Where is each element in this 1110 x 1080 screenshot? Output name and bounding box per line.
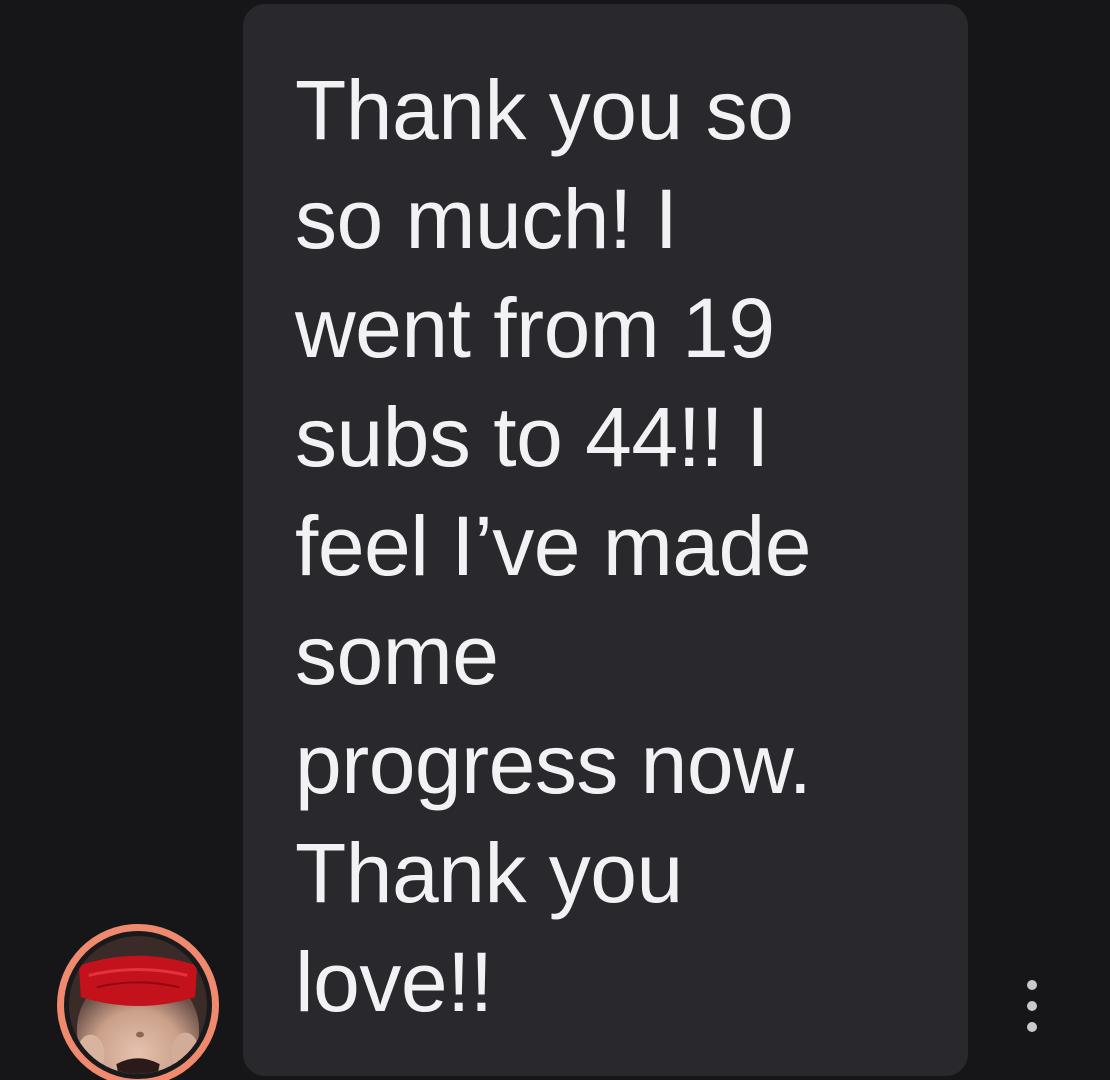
- more-options-icon[interactable]: [1017, 980, 1047, 1032]
- dot: [1027, 1001, 1037, 1011]
- dot: [1027, 1022, 1037, 1032]
- avatar-photo: [69, 936, 207, 1074]
- avatar[interactable]: [57, 924, 219, 1080]
- message-bubble[interactable]: Thank you so so much! I went from 19 sub…: [243, 4, 968, 1076]
- chat-screen: Thank you so so much! I went from 19 sub…: [0, 0, 1110, 1080]
- avatar-frame: [64, 931, 212, 1079]
- message-text: Thank you so so much! I went from 19 sub…: [295, 63, 812, 1029]
- dot: [1027, 980, 1037, 990]
